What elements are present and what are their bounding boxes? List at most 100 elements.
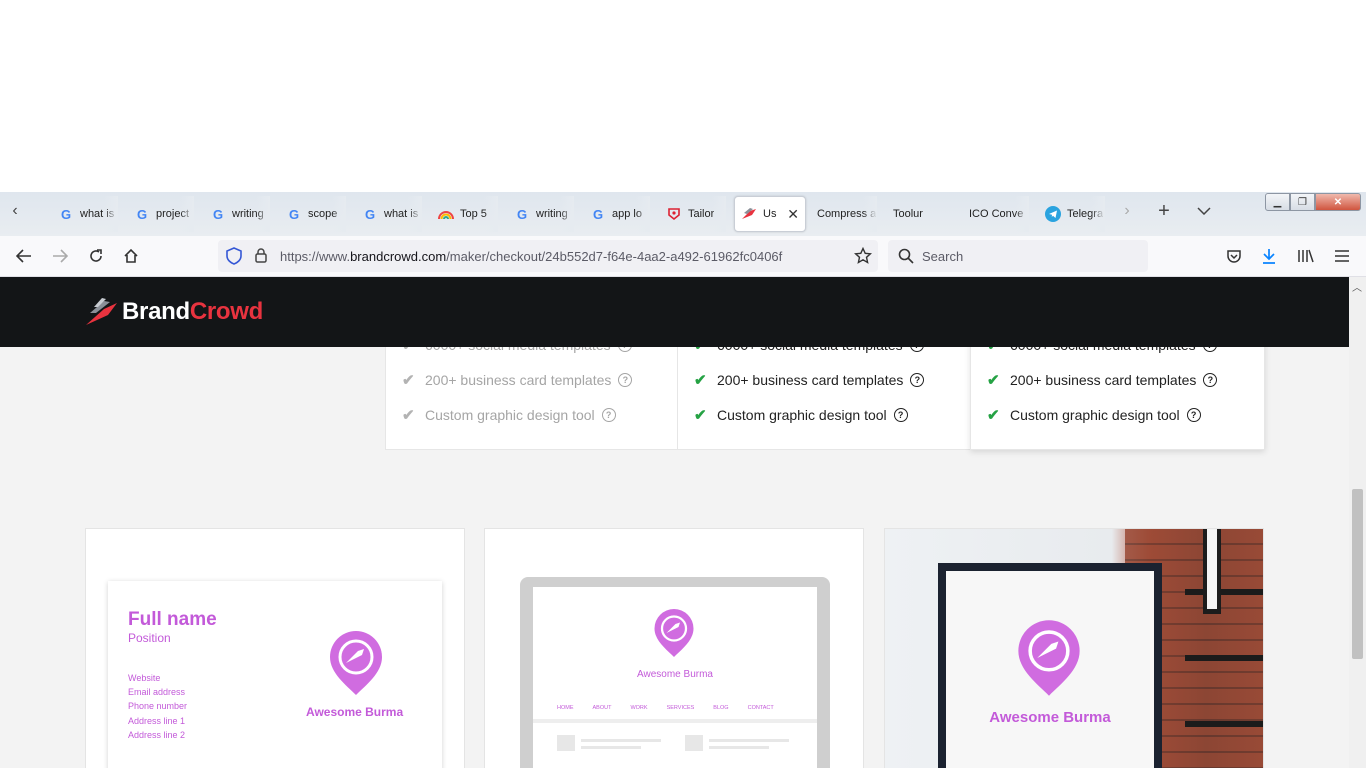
shield-icon[interactable] (226, 247, 244, 265)
screen: ‹ G what is G project G writing G scope … (0, 0, 1366, 768)
close-window-button[interactable]: ✕ (1315, 193, 1361, 211)
tab-5[interactable]: G what is (362, 196, 422, 232)
frame-preview[interactable]: Awesome Burma (884, 528, 1264, 768)
tab-active[interactable]: Use ✕ (734, 196, 806, 232)
brandcrowd-icon (741, 206, 757, 222)
pocket-icon (1227, 250, 1241, 263)
page-content: ✔6000+ social media templates? ✔200+ bus… (0, 277, 1349, 768)
feature-row: ✔ Custom graphic design tool? (402, 406, 616, 424)
help-icon[interactable]: ? (1203, 373, 1218, 387)
feature-row: ✔ Custom graphic design tool? (694, 406, 908, 424)
restore-button[interactable]: ❐ (1290, 193, 1315, 211)
page-scrollbar[interactable]: ︿ (1349, 277, 1366, 768)
google-icon: G (516, 206, 528, 222)
tab-label: Toolur (893, 208, 923, 220)
card-phone: Phone number (128, 701, 188, 711)
feature-label: Custom graphic design tool (717, 407, 887, 423)
pin-logo-icon (654, 609, 694, 657)
tab-label: Top 5 (460, 208, 487, 220)
tab-13[interactable]: ICO Conve (969, 196, 1029, 232)
tab-strip: ‹ G what is G project G writing G scope … (0, 192, 1366, 236)
business-card-preview[interactable]: Full name Position Website Email address… (85, 528, 465, 768)
forward-button[interactable] (48, 244, 72, 268)
pocket-button[interactable] (1222, 244, 1246, 268)
tab-label: Use (763, 208, 777, 220)
search-bar[interactable]: Search (888, 240, 1148, 272)
brandcrowd-logo[interactable]: BrandCrowd (84, 297, 263, 327)
bookmark-star-icon[interactable] (854, 247, 872, 265)
check-icon: ✔ (402, 407, 415, 424)
scrollbar-thumb[interactable] (1352, 489, 1363, 659)
feature-row: ✔ 200+ business card templates? (987, 371, 1218, 389)
chevron-down-icon (1197, 207, 1211, 215)
new-tab-button[interactable]: + (1153, 200, 1175, 222)
tab-3[interactable]: G writing (210, 196, 270, 232)
library-button[interactable] (1294, 244, 1318, 268)
pin-logo-icon (330, 631, 382, 695)
feature-label: Custom graphic design tool (425, 407, 595, 423)
tab-scroll-left-button[interactable]: ‹ (4, 200, 26, 222)
rainbow-icon (438, 206, 454, 222)
check-icon: ✔ (402, 372, 415, 389)
tab-scroll-right-button[interactable]: › (1116, 200, 1138, 222)
card-website: Website (128, 673, 161, 683)
tab-1[interactable]: G what is (58, 196, 118, 232)
close-tab-icon[interactable]: ✕ (787, 206, 799, 223)
site-nav-blog: BLOG (713, 705, 729, 711)
tab-12[interactable]: Toolur (893, 196, 953, 232)
check-icon: ✔ (987, 372, 1000, 389)
card-address-2: Address line 2 (128, 730, 186, 740)
card-full-name: Full name (128, 609, 217, 630)
help-icon[interactable]: ? (893, 408, 908, 422)
tab-label: Tailor (688, 208, 715, 220)
telegram-icon (1045, 206, 1061, 222)
search-icon (898, 248, 914, 264)
url-host: brandcrowd.com (350, 248, 447, 264)
google-icon: G (288, 206, 300, 222)
google-icon: G (592, 206, 604, 222)
tab-4[interactable]: G scope (286, 196, 346, 232)
tab-8[interactable]: G app lo (590, 196, 650, 232)
tab-9[interactable]: Tailor (666, 196, 726, 232)
list-all-tabs-button[interactable] (1193, 200, 1215, 222)
help-icon[interactable]: ? (910, 373, 925, 387)
site-nav-about: ABOUT (592, 705, 612, 711)
google-icon: G (60, 206, 72, 222)
help-icon[interactable]: ? (1186, 408, 1201, 422)
scroll-up-arrow-icon[interactable]: ︿ (1352, 279, 1362, 294)
feature-row: ✔ 200+ business card templates? (694, 371, 925, 389)
site-nav-services: SERVICES (666, 705, 695, 711)
url-text: https://www.brandcrowd.com/maker/checkou… (280, 249, 782, 264)
feature-label: 200+ business card templates (717, 372, 904, 388)
google-icon: G (364, 206, 376, 222)
brand-name: BrandCrowd (122, 298, 263, 326)
tab-14[interactable]: Telegra (1045, 196, 1105, 232)
search-placeholder: Search (922, 248, 964, 264)
minimize-button[interactable]: ▁ (1265, 193, 1290, 211)
home-button[interactable] (119, 244, 143, 268)
home-icon (124, 248, 138, 263)
help-icon[interactable]: ? (618, 373, 633, 387)
tab-6[interactable]: Top 5 (438, 196, 498, 232)
website-preview[interactable]: Awesome Burma HOME ABOUT WORK SERVICES B… (484, 528, 864, 768)
reload-icon (90, 249, 102, 262)
url-path: /maker/checkout/24b552d7-f64e-4aa2-a492-… (446, 248, 783, 264)
address-bar[interactable]: https://www.brandcrowd.com/maker/checkou… (218, 240, 878, 272)
menu-button[interactable] (1330, 244, 1354, 268)
picture-frame: Awesome Burma (938, 563, 1162, 768)
laptop-screen: Awesome Burma HOME ABOUT WORK SERVICES B… (520, 577, 830, 768)
card-email: Email address (128, 687, 186, 697)
tab-11[interactable]: Compress a (817, 196, 877, 232)
brand-name-first: Brand (122, 298, 190, 325)
google-icon: G (212, 206, 224, 222)
tab-2[interactable]: G project (134, 196, 194, 232)
tab-7[interactable]: G writing (514, 196, 574, 232)
help-icon[interactable]: ? (601, 408, 616, 422)
site-nav: HOME ABOUT WORK SERVICES BLOG CONTACT (557, 705, 774, 711)
downloads-button[interactable] (1257, 244, 1281, 268)
reload-button[interactable] (84, 244, 108, 268)
lock-icon[interactable] (254, 247, 270, 265)
back-button[interactable] (12, 244, 36, 268)
arrow-left-icon (16, 249, 31, 263)
brand-name-second: Crowd (189, 298, 264, 325)
